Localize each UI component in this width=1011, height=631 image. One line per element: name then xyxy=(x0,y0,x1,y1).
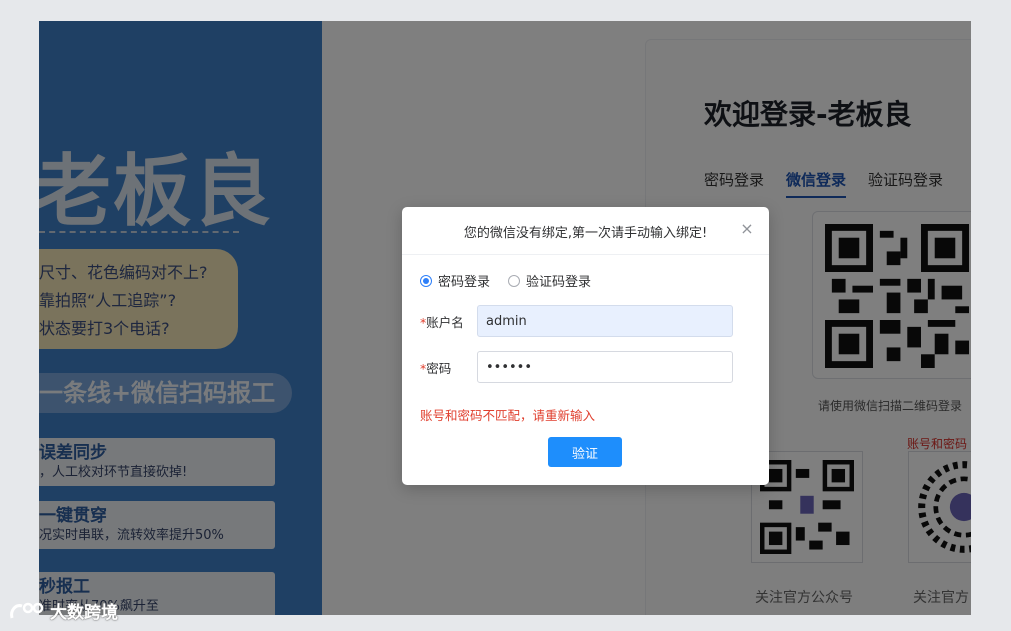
close-icon[interactable]: × xyxy=(739,221,755,237)
radio-checked-icon xyxy=(420,274,432,287)
password-label: *密码 xyxy=(420,360,452,376)
radio-password-login[interactable]: 密码登录 xyxy=(420,271,490,290)
radio-code-login[interactable]: 验证码登录 xyxy=(508,271,591,290)
account-label: *账户名 xyxy=(420,314,464,330)
radio-label: 验证码登录 xyxy=(526,275,592,290)
login-mode-radio-group: 密码登录 验证码登录 xyxy=(420,271,591,290)
password-row: *密码 xyxy=(420,351,733,383)
watermark-text: 大数跨境 xyxy=(50,603,118,623)
account-row: *账户名 xyxy=(420,305,733,337)
app-frame: 老板良 尺寸、花色编码对不上? 靠拍照“人工追踪”? 状态要打3个电话? 一条线… xyxy=(0,0,1011,631)
dialog-title: 您的微信没有绑定,第一次请手动输入绑定! xyxy=(463,226,708,241)
browser-viewport: 老板良 尺寸、花色编码对不上? 靠拍照“人工追踪”? 状态要打3个电话? 一条线… xyxy=(39,21,971,615)
password-input[interactable] xyxy=(477,351,733,383)
watermark: 大数跨境 xyxy=(8,598,118,623)
watermark-logo-icon xyxy=(10,602,44,618)
radio-label: 密码登录 xyxy=(438,275,491,290)
bind-account-dialog: 您的微信没有绑定,第一次请手动输入绑定! × 密码登录 验证码登录 *账户名 *… xyxy=(402,207,769,485)
verify-button[interactable]: 验证 xyxy=(548,437,622,467)
account-input[interactable] xyxy=(477,305,733,337)
radio-unchecked-icon xyxy=(508,274,521,287)
dialog-error-message: 账号和密码不匹配，请重新输入 xyxy=(420,408,596,423)
dialog-header: 您的微信没有绑定,第一次请手动输入绑定! × xyxy=(402,207,769,255)
